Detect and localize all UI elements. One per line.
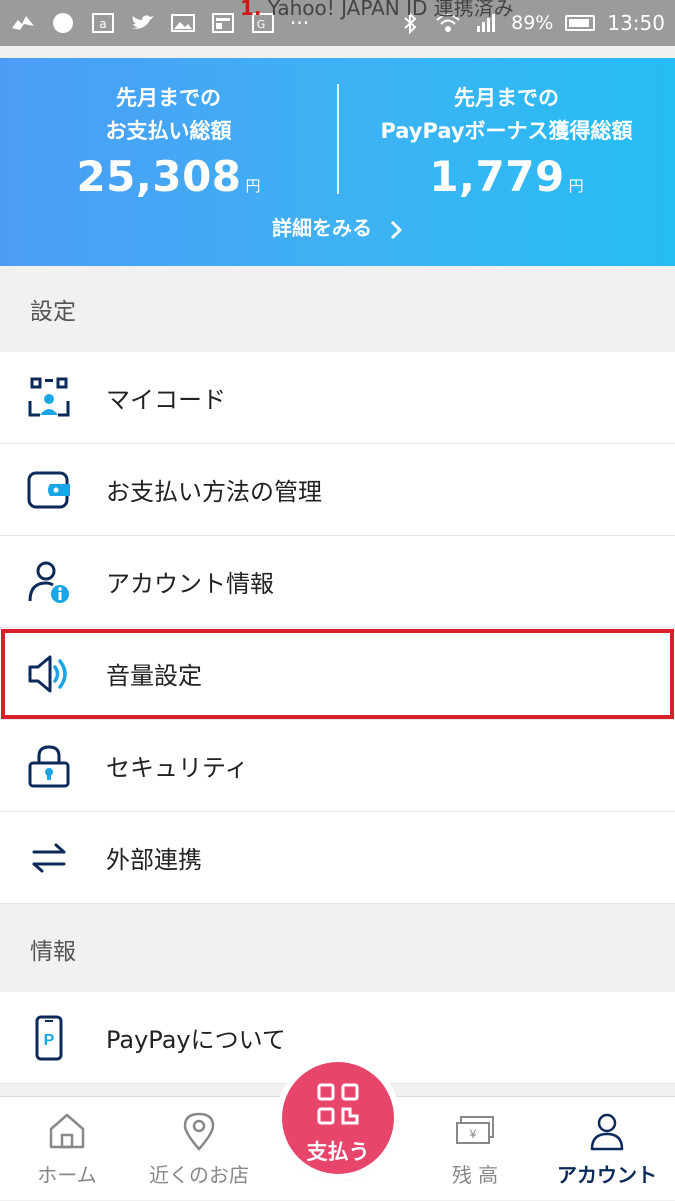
bird-icon (12, 16, 34, 30)
svg-text:P: P (44, 1032, 55, 1049)
bonus-summary: 先月までの PayPayボーナス獲得総額 1,779 円 (338, 82, 675, 201)
nav-home-label: ホーム (37, 1163, 97, 1187)
wallet-icon (27, 471, 70, 509)
view-details-link[interactable]: 詳細をみる (0, 212, 675, 241)
home-icon (49, 1113, 85, 1149)
bonus-label-1: 先月までの (454, 86, 559, 110)
bonus-unit: 円 (568, 177, 584, 195)
person-icon (590, 1113, 624, 1151)
settings-item-security[interactable]: セキュリティ (0, 720, 675, 812)
total-payment-label-1: 先月までの (116, 86, 221, 110)
bonus-amount: 1,779 円 (338, 152, 675, 201)
news-icon (212, 13, 234, 33)
svg-text:¥: ¥ (469, 1127, 477, 1141)
nav-account[interactable]: アカウント (542, 1097, 672, 1201)
nav-balance-label: 残 高 (451, 1163, 499, 1187)
kaishiki-icon (53, 13, 73, 33)
notification-ticker: 1. Yahoo! JAPAN ID 連携済み (240, 0, 514, 20)
battery-icon (565, 15, 596, 31)
settings-header-label: 設定 (30, 299, 76, 325)
qr-code-icon (28, 377, 70, 417)
bonus-value: 1,779 (429, 152, 565, 201)
settings-item-volume[interactable]: 音量設定 (0, 628, 675, 720)
qr-scan-icon (317, 1083, 359, 1125)
pay-button[interactable]: 支払う (282, 1062, 394, 1174)
image-icon (171, 14, 195, 32)
settings-item-payment-methods[interactable]: お支払い方法の管理 (0, 444, 675, 536)
swap-arrows-icon (32, 843, 66, 873)
settings-item-label: マイコード (106, 386, 226, 414)
status-bar: a G ··· 1. Yahoo! JAPAN ID 連携済み 89% 13:5… (0, 0, 675, 46)
settings-item-label: 外部連携 (106, 846, 202, 874)
battery-percent: 89% (511, 12, 554, 34)
settings-section-header: 設定 (0, 266, 675, 352)
settings-item-label: セキュリティ (106, 754, 249, 782)
total-payment-unit: 円 (245, 177, 261, 195)
location-pin-icon (183, 1112, 215, 1151)
nav-account-label: アカウント (557, 1163, 657, 1187)
info-section-header: 情報 (0, 906, 675, 992)
phone-icon: P (35, 1015, 63, 1061)
total-payment-value: 25,308 (76, 152, 242, 201)
settings-item-external-links[interactable]: 外部連携 (0, 812, 675, 904)
nav-home[interactable]: ホーム (2, 1097, 132, 1201)
speaker-icon (28, 655, 67, 693)
clock: 13:50 (607, 11, 665, 35)
total-payment-amount: 25,308 円 (0, 152, 337, 201)
nav-balance[interactable]: ¥ 残 高 (410, 1097, 540, 1201)
settings-item-my-code[interactable]: マイコード (0, 352, 675, 444)
pay-button-label: 支払う (306, 1140, 370, 1164)
settings-item-label: お支払い方法の管理 (106, 478, 322, 506)
info-item-label: PayPayについて (106, 1026, 286, 1054)
settings-item-label: 音量設定 (106, 662, 202, 690)
nav-nearby-label: 近くのお店 (149, 1163, 249, 1187)
lock-icon (28, 745, 70, 788)
view-details-label: 詳細をみる (272, 216, 373, 240)
payment-summary-banner: 先月までの お支払い総額 25,308 円 先月までの PayPayボーナス獲得総… (0, 58, 675, 266)
settings-item-label: アカウント情報 (106, 570, 274, 598)
total-payment-label-2: お支払い総額 (105, 119, 232, 143)
info-header-label: 情報 (30, 939, 76, 965)
amazon-icon: a (92, 13, 114, 33)
total-payment-summary: 先月までの お支払い総額 25,308 円 (0, 82, 337, 201)
twitter-icon (132, 15, 154, 29)
bonus-label-2: PayPayボーナス獲得総額 (380, 119, 633, 143)
settings-item-account-info[interactable]: アカウント情報 (0, 536, 675, 628)
chevron-right-icon (390, 220, 403, 239)
user-info-icon (28, 561, 69, 603)
yen-bills-icon: ¥ (456, 1116, 494, 1144)
svg-text:a: a (99, 17, 106, 31)
nav-nearby-stores[interactable]: 近くのお店 (134, 1097, 264, 1201)
